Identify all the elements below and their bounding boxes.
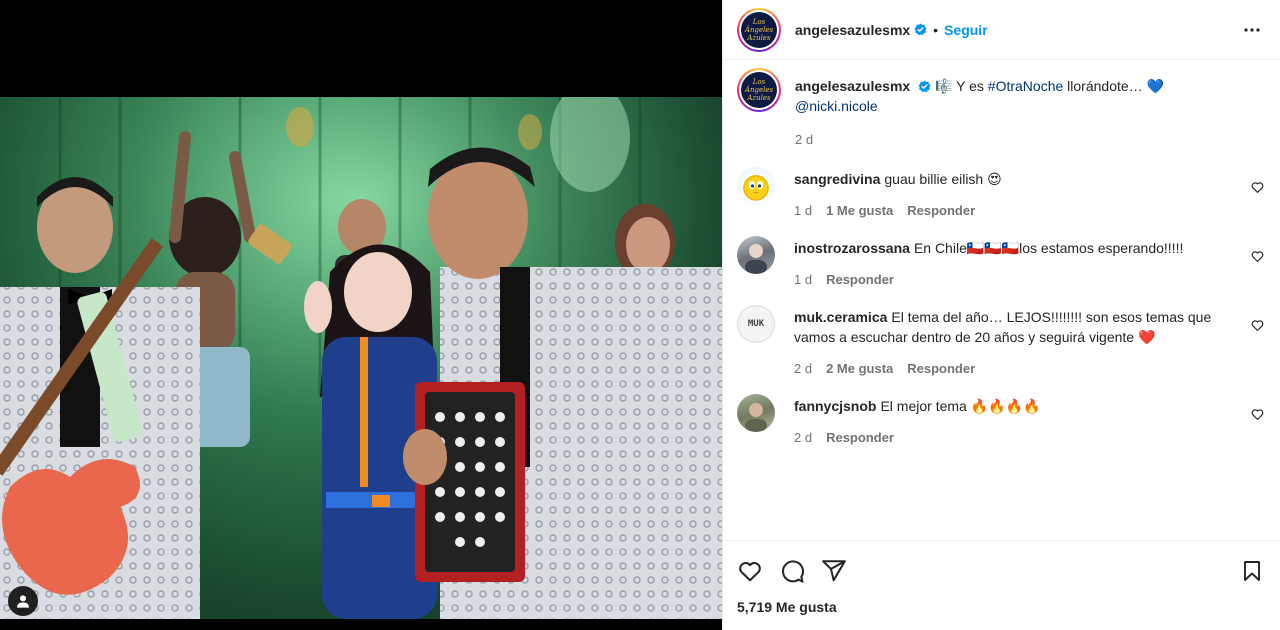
- comment-username[interactable]: sangredivina: [794, 171, 880, 187]
- caption-username[interactable]: angelesazulesmx: [795, 78, 910, 94]
- more-options-button[interactable]: [1240, 18, 1264, 42]
- heart-icon: [1251, 409, 1264, 420]
- heart-icon: [1251, 251, 1264, 262]
- heart-icon: [739, 562, 761, 582]
- post-photo[interactable]: [0, 97, 722, 619]
- share-icon: [822, 560, 846, 582]
- comment-like-button[interactable]: [1251, 408, 1264, 424]
- bookmark-icon: [1244, 561, 1260, 581]
- more-options-icon: [1244, 27, 1260, 32]
- comment-body: inostrozarossana En Chile🇨🇱🇨🇱🇨🇱los estamo…: [794, 238, 1264, 287]
- like-button[interactable]: [737, 558, 763, 584]
- commenter-avatar[interactable]: [737, 394, 775, 432]
- blue-heart-emoji: 💙: [1146, 78, 1164, 94]
- comment-likes[interactable]: 2 Me gusta: [826, 361, 893, 376]
- comment-time[interactable]: 1 d: [794, 203, 812, 218]
- music-emoji: 🎼: [935, 78, 953, 94]
- comment-text: sangredivina guau billie eilish 😍: [794, 169, 1230, 189]
- user-tag-icon: [17, 595, 29, 608]
- comment-like-button[interactable]: [1251, 319, 1264, 335]
- user-tag-button[interactable]: [8, 586, 38, 616]
- save-button[interactable]: [1240, 558, 1264, 584]
- caption-mention[interactable]: @nicki.nicole: [795, 98, 878, 114]
- comment-time[interactable]: 2 d: [794, 361, 812, 376]
- heart-icon: [1251, 320, 1264, 331]
- comment-meta: 1 d Responder: [794, 272, 1230, 287]
- comment-time[interactable]: 1 d: [794, 272, 812, 287]
- comment-content: El mejor tema 🔥🔥🔥🔥: [880, 398, 1041, 414]
- brand-logo: Los Ángeles Azules: [741, 11, 777, 48]
- caption-hashtag[interactable]: #OtraNoche: [988, 78, 1063, 94]
- caption-body: angelesazulesmx 🎼 Y es #OtraNoche llorán…: [795, 76, 1264, 147]
- verified-badge-icon: [918, 80, 931, 93]
- caption-time[interactable]: 2 d: [795, 132, 813, 147]
- comment-likes[interactable]: 1 Me gusta: [826, 203, 893, 218]
- comment-item: sangredivina guau billie eilish 😍 1 d 1 M…: [737, 167, 1264, 218]
- reply-button[interactable]: Responder: [826, 272, 894, 287]
- post-media[interactable]: [0, 0, 722, 630]
- caption-text-post: llorándote…: [1067, 78, 1143, 94]
- commenter-avatar[interactable]: [737, 167, 775, 205]
- commenter-avatar[interactable]: MUK: [737, 305, 775, 343]
- comment-body: sangredivina guau billie eilish 😍 1 d 1 M…: [794, 169, 1264, 218]
- tweety-avatar: [745, 177, 767, 199]
- comment-body: fannycjsnob El mejor tema 🔥🔥🔥🔥 2 d Respon…: [794, 396, 1264, 445]
- post-dialog: Los Ángeles Azules angelesazulesmx • Seg…: [0, 0, 1280, 630]
- comment-text: fannycjsnob El mejor tema 🔥🔥🔥🔥: [794, 396, 1230, 416]
- action-bar: [737, 553, 1264, 589]
- caption-text-pre: Y es: [956, 78, 984, 94]
- comment-item: MUK muk.ceramica El tema del año… LEJOS!!…: [737, 305, 1264, 376]
- reply-button[interactable]: Responder: [907, 203, 975, 218]
- comment-icon: [782, 560, 804, 583]
- comment-item: fannycjsnob El mejor tema 🔥🔥🔥🔥 2 d Respon…: [737, 394, 1264, 445]
- verified-badge-icon: [914, 23, 927, 36]
- header-username[interactable]: angelesazulesmx: [795, 22, 910, 38]
- caption-meta: 2 d: [795, 132, 1230, 147]
- person-avatar: [745, 244, 767, 274]
- comment-text: inostrozarossana En Chile🇨🇱🇨🇱🇨🇱los estamo…: [794, 238, 1230, 258]
- commenter-avatar[interactable]: [737, 236, 775, 274]
- header-avatar[interactable]: Los Ángeles Azules: [737, 7, 781, 52]
- comment-username[interactable]: fannycjsnob: [794, 398, 876, 414]
- photo-illustration: [0, 97, 722, 619]
- caption-text: angelesazulesmx 🎼 Y es #OtraNoche llorán…: [795, 76, 1230, 116]
- header-separator: •: [933, 21, 939, 38]
- comment-item: inostrozarossana En Chile🇨🇱🇨🇱🇨🇱los estamo…: [737, 236, 1264, 287]
- comment-like-button[interactable]: [1251, 250, 1264, 266]
- post-actions-section: 5,719 Me gusta: [723, 540, 1280, 630]
- comments-section[interactable]: Los Ángeles Azules angelesazulesmx 🎼 Y e…: [723, 60, 1280, 540]
- comment-meta: 1 d 1 Me gusta Responder: [794, 203, 1230, 218]
- comment-content: guau billie eilish 😍: [884, 171, 1002, 187]
- comment-meta: 2 d 2 Me gusta Responder: [794, 361, 1230, 376]
- comment-button[interactable]: [779, 558, 805, 584]
- brand-logo: Los Ángeles Azules: [741, 72, 777, 108]
- avatar-frame: Los Ángeles Azules: [739, 70, 779, 110]
- likes-count[interactable]: 5,719 Me gusta: [737, 599, 1264, 615]
- comment-text: muk.ceramica El tema del año… LEJOS!!!!!!…: [794, 307, 1230, 347]
- share-button[interactable]: [821, 558, 847, 584]
- comment-username[interactable]: muk.ceramica: [794, 309, 887, 325]
- post-side-panel: Los Ángeles Azules angelesazulesmx • Seg…: [722, 0, 1280, 630]
- person-avatar: [745, 403, 767, 432]
- comment-meta: 2 d Responder: [794, 430, 1230, 445]
- follow-button[interactable]: Seguir: [944, 22, 988, 38]
- comment-content: En Chile🇨🇱🇨🇱🇨🇱los estamos esperando!!!!!: [913, 240, 1184, 256]
- comment-time[interactable]: 2 d: [794, 430, 812, 445]
- post-caption: Los Ángeles Azules angelesazulesmx 🎼 Y e…: [737, 68, 1264, 147]
- comment-body: muk.ceramica El tema del año… LEJOS!!!!!!…: [794, 307, 1264, 376]
- reply-button[interactable]: Responder: [907, 361, 975, 376]
- comment-like-button[interactable]: [1251, 181, 1264, 197]
- post-header: Los Ángeles Azules angelesazulesmx • Seg…: [723, 0, 1280, 60]
- avatar-frame: Los Ángeles Azules: [739, 9, 779, 50]
- heart-icon: [1251, 182, 1264, 193]
- comment-username[interactable]: inostrozarossana: [794, 240, 910, 256]
- caption-avatar[interactable]: Los Ángeles Azules: [737, 68, 781, 112]
- reply-button[interactable]: Responder: [826, 430, 894, 445]
- muk-logo-avatar: MUK: [747, 319, 765, 329]
